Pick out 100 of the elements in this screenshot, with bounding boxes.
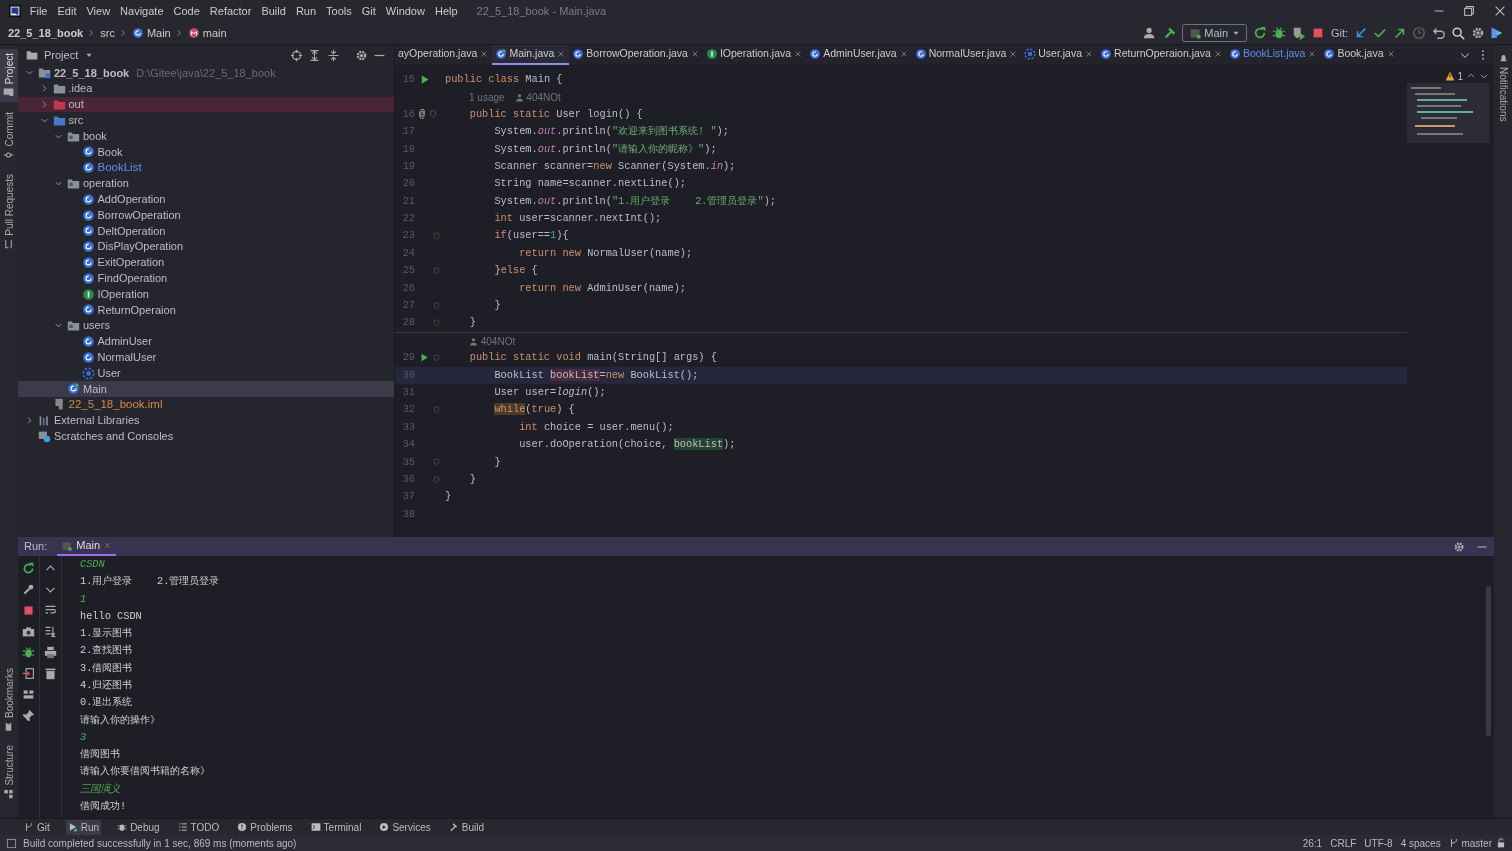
tree-item[interactable]: User xyxy=(18,365,394,381)
tree-item[interactable]: BookList xyxy=(18,159,394,176)
tool-window-tab[interactable]: Bookmarks xyxy=(0,663,18,736)
tree-item[interactable]: External Libraries xyxy=(18,412,394,429)
tree-item[interactable]: operation xyxy=(18,175,394,192)
line-number: 21 xyxy=(401,193,415,209)
menu-item[interactable]: Help xyxy=(429,2,463,20)
tool-window-button[interactable]: Build xyxy=(446,819,486,835)
console-output-text: 请输入你要借阅书籍的名称》 xyxy=(80,764,210,780)
tree-item[interactable]: out xyxy=(18,96,394,113)
code-line: BookList bookList=new BookList(); xyxy=(493,367,699,383)
code-line: } xyxy=(468,471,476,487)
code-line: } xyxy=(444,489,452,505)
line-number: 34 xyxy=(401,437,415,453)
editor-tab[interactable]: Main.java xyxy=(492,45,570,65)
tool-window-button[interactable]: Services xyxy=(377,819,433,835)
tree-item[interactable]: Book xyxy=(18,144,394,160)
menu-item[interactable]: Code xyxy=(168,2,205,20)
line-number: 18 xyxy=(401,141,415,157)
breadcrumb-item[interactable]: Main xyxy=(146,24,171,42)
menu-item[interactable]: Git xyxy=(356,2,381,20)
run-config-dropdown[interactable]: Main xyxy=(1182,24,1248,42)
code-line: return new AdminUser(name); xyxy=(518,280,686,296)
code-line: } xyxy=(468,315,476,331)
tree-item[interactable]: src xyxy=(18,112,394,129)
tree-item[interactable]: 22_5_18_book.iml xyxy=(18,396,394,413)
editor-tab[interactable]: User.java xyxy=(1021,45,1098,65)
run-tab[interactable]: Main xyxy=(57,537,117,556)
tree-item[interactable]: users xyxy=(18,317,394,334)
code-line: int choice = user.menu(); xyxy=(518,419,674,435)
menu-item[interactable]: Refactor xyxy=(204,2,257,20)
menu-item[interactable]: Build xyxy=(256,2,291,20)
tree-item[interactable]: .idea xyxy=(18,80,394,97)
console-output-text: 2.查找图书 xyxy=(80,643,133,659)
tool-window-tab[interactable]: Project xyxy=(0,49,18,103)
editor-tab[interactable]: IOperation.java xyxy=(702,45,807,65)
status-item[interactable]: CRLF xyxy=(1326,835,1361,851)
breadcrumb-item[interactable]: src xyxy=(100,24,115,42)
tree-item[interactable]: ExitOperation xyxy=(18,254,394,271)
editor-tab[interactable]: ReturnOperaion.java xyxy=(1097,45,1226,65)
tool-window-tab[interactable]: Pull Requests xyxy=(0,169,18,254)
editor-tab[interactable]: Book.java xyxy=(1320,45,1399,65)
tree-item[interactable]: book xyxy=(18,128,394,144)
menu-item[interactable]: Tools xyxy=(321,2,357,20)
status-item[interactable]: 26:1 xyxy=(1298,835,1327,851)
editor-tab[interactable]: BookList.java xyxy=(1225,45,1321,65)
tree-item[interactable]: Scratches and Consoles xyxy=(18,428,394,445)
line-number: 29 xyxy=(401,350,415,366)
warning-count[interactable]: 1 xyxy=(1457,68,1463,84)
editor-tab[interactable]: AdminUser.java xyxy=(806,45,912,65)
tree-item[interactable]: BorrowOperation xyxy=(18,207,394,223)
breadcrumb-item[interactable]: main xyxy=(202,24,227,42)
author-hint[interactable]: 404NOt xyxy=(480,333,516,349)
menu-item[interactable]: Navigate xyxy=(115,2,169,20)
gutter-mark[interactable]: @ xyxy=(419,106,426,123)
tool-window-button[interactable]: TODO xyxy=(175,819,222,835)
tree-item[interactable]: IOperation xyxy=(18,286,394,302)
menu-item[interactable]: File xyxy=(24,2,53,20)
code-line: public static User login() { xyxy=(468,106,643,122)
editor-tab[interactable]: NormalUser.java xyxy=(911,45,1022,65)
status-item[interactable]: UTF-8 xyxy=(1360,835,1397,851)
tool-window-button[interactable]: Git xyxy=(22,819,52,835)
branch-widget[interactable]: master xyxy=(1444,835,1496,851)
line-number: 26 xyxy=(401,280,415,296)
tool-window-tab[interactable]: Commit xyxy=(0,107,18,165)
tree-item[interactable]: Main xyxy=(18,380,394,397)
line-number: 19 xyxy=(401,158,415,174)
author-hint[interactable]: 404NOt xyxy=(526,89,561,105)
console-output-text: 借阅成功! xyxy=(80,799,127,815)
tree-item[interactable]: 22_5_18_book D:\Gitee\java\22_5_18_book xyxy=(18,65,394,81)
tool-window-button[interactable]: Problems xyxy=(235,819,295,835)
editor-tab[interactable]: ayOperation.java xyxy=(395,45,493,65)
tree-item[interactable]: AdminUser xyxy=(18,333,394,350)
tool-window-button[interactable]: Run xyxy=(65,819,102,835)
menu-item[interactable]: Run xyxy=(290,2,322,20)
tree-item[interactable]: NormalUser xyxy=(18,349,394,366)
tool-window-button[interactable]: Debug xyxy=(115,819,162,835)
line-number: 15 xyxy=(401,71,415,87)
console-output-text: 4.归还图书 xyxy=(80,678,133,693)
editor-tab[interactable]: BorrowOperation.java xyxy=(569,45,703,65)
tool-window-tab[interactable]: Structure xyxy=(0,741,18,804)
tool-window-tab[interactable]: Notifications xyxy=(1494,49,1512,126)
status-item[interactable]: 4 spaces xyxy=(1396,835,1445,851)
tree-item[interactable]: DeltOperation xyxy=(18,222,394,239)
breadcrumb-item[interactable]: 22_5_18_book xyxy=(8,24,84,42)
tree-item[interactable]: ReturnOperaion xyxy=(18,301,394,318)
tree-item[interactable]: AddOperation xyxy=(18,191,394,208)
tree-item[interactable]: FindOperation xyxy=(18,270,394,287)
menu-item[interactable]: Window xyxy=(380,2,430,20)
menu-item[interactable]: Edit xyxy=(52,2,82,20)
line-number: 22 xyxy=(401,211,415,227)
panel-title[interactable]: Project xyxy=(44,46,79,64)
code-line: int user=scanner.nextInt(); xyxy=(493,211,662,227)
menu-item[interactable]: View xyxy=(81,2,116,20)
tool-window-button[interactable]: Terminal xyxy=(308,819,364,835)
code-line: if(user==1){ xyxy=(493,228,569,244)
usage-hint[interactable]: 1 usage xyxy=(469,89,505,105)
tree-item[interactable]: DisPlayOperation xyxy=(18,238,394,255)
line-number: 27 xyxy=(401,298,415,314)
line-number: 35 xyxy=(401,454,415,470)
